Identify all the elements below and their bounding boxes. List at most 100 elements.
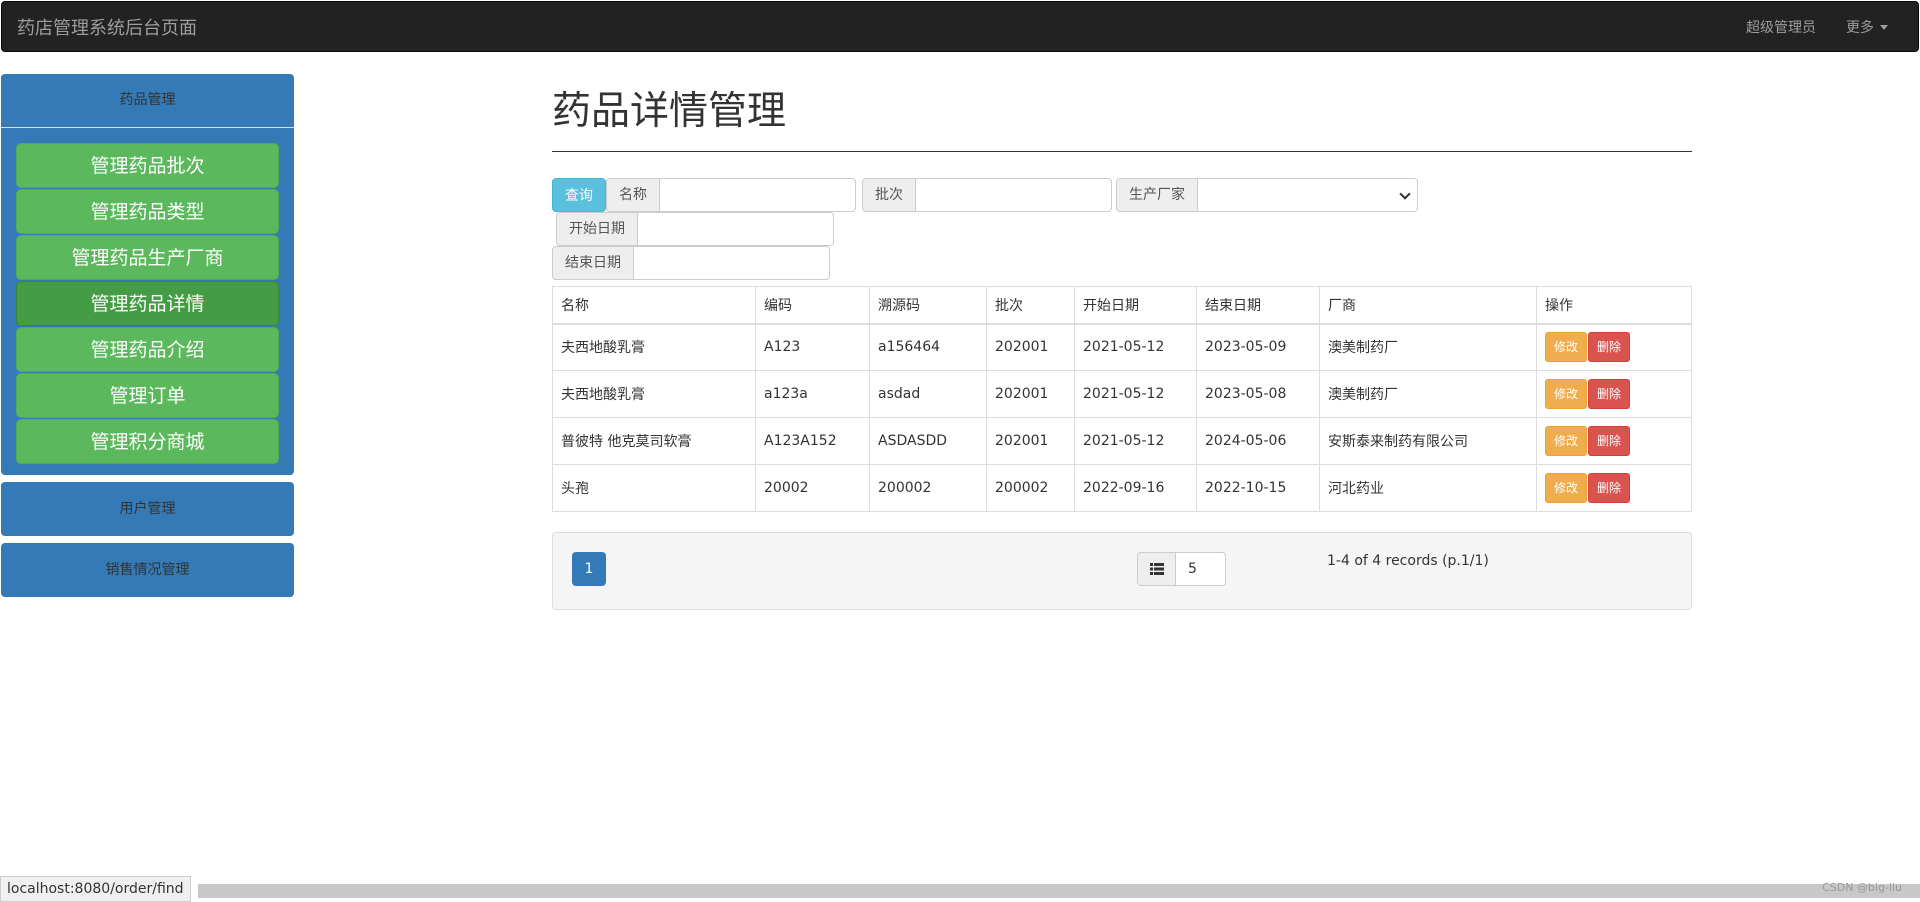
menu-item-manufacturer[interactable]: 管理药品生产厂商 [16,235,279,280]
delete-button[interactable]: 删除 [1588,473,1631,503]
start-group: 开始日期 [556,212,834,246]
cell-actions: 修改 删除 [1536,323,1692,371]
pagination-bar: 1 5 1-4 of 4 records (p.1/1) [552,532,1692,610]
cell-batch: 202001 [986,417,1075,465]
user-link[interactable]: 超级管理员 [1746,17,1816,37]
menu-item-intro[interactable]: 管理药品介绍 [16,327,279,372]
col-maker: 厂商 [1319,286,1537,325]
cell-start: 2021-05-12 [1074,417,1197,465]
col-code: 编码 [755,286,870,325]
start-label: 开始日期 [556,212,638,246]
page-title: 药品详情管理 [552,80,1692,152]
maker-label: 生产厂家 [1116,178,1198,212]
cell-actions: 修改 删除 [1536,464,1692,512]
edit-button[interactable]: 修改 [1545,332,1588,363]
cell-end: 2022-10-15 [1196,464,1320,512]
status-url: localhost:8080/order/find [0,876,191,902]
chevron-down-icon [1399,188,1411,200]
cell-name: 夫西地酸乳膏 [552,370,756,418]
cell-code: A123 [755,323,870,371]
name-input[interactable] [660,178,856,212]
edit-button[interactable]: 修改 [1545,426,1588,456]
sidebar: 药品管理 管理药品批次 管理药品类型 管理药品生产厂商 管理药品详情 管理药品介… [1,74,294,597]
search-form: 查询 名称 批次 生产厂家 开始日期 结束日期 [552,178,1692,280]
delete-button[interactable]: 删除 [1588,332,1631,363]
col-trace: 溯源码 [869,286,987,325]
watermark: CSDN @big-liu [1822,881,1902,894]
col-batch: 批次 [986,286,1075,325]
maker-select[interactable] [1198,178,1418,212]
page-size-group: 5 [1137,552,1226,586]
cell-maker: 澳美制药厂 [1319,323,1537,371]
edit-button[interactable]: 修改 [1545,473,1588,503]
batch-label: 批次 [862,178,916,212]
cell-actions: 修改 删除 [1536,370,1692,418]
menu-item-points-mall[interactable]: 管理积分商城 [16,419,279,464]
cell-trace: a156464 [869,323,987,371]
cell-name: 夫西地酸乳膏 [552,323,756,371]
menu-item-type[interactable]: 管理药品类型 [16,189,279,234]
drug-menu: 管理药品批次 管理药品类型 管理药品生产厂商 管理药品详情 管理药品介绍 管理订… [1,127,294,475]
cell-end: 2023-05-09 [1196,323,1320,371]
cell-end: 2024-05-06 [1196,417,1320,465]
cell-batch: 202001 [986,370,1075,418]
panel-drug-management[interactable]: 药品管理 [1,74,294,127]
name-label: 名称 [606,178,660,212]
table-row: 夫西地酸乳膏 A123 a156464 202001 2021-05-12 20… [552,323,1692,371]
top-navbar: 药店管理系统后台页面 超级管理员 更多 [1,1,1919,52]
batch-group: 批次 [862,178,1112,212]
cell-batch: 200002 [986,464,1075,512]
menu-item-batch[interactable]: 管理药品批次 [16,143,279,188]
cell-start: 2021-05-12 [1074,323,1197,371]
end-label: 结束日期 [552,246,634,280]
cell-maker: 河北药业 [1319,464,1537,512]
table-row: 普彼特 他克莫司软膏 A123A152 ASDASDD 202001 2021-… [552,417,1692,465]
cell-name: 头孢 [552,464,756,512]
more-dropdown[interactable]: 更多 [1846,17,1888,37]
panel-user-management[interactable]: 用户管理 [1,482,294,536]
cell-actions: 修改 删除 [1536,417,1692,465]
horizontal-scrollbar[interactable] [198,884,1920,898]
end-date-input[interactable] [634,246,830,280]
cell-code: 20002 [755,464,870,512]
delete-button[interactable]: 删除 [1588,379,1631,409]
edit-button[interactable]: 修改 [1545,379,1588,409]
brand-title[interactable]: 药店管理系统后台页面 [17,14,197,40]
cell-batch: 202001 [986,323,1075,371]
maker-group: 生产厂家 [1116,178,1418,212]
table-row: 头孢 20002 200002 200002 2022-09-16 2022-1… [552,464,1692,512]
cell-start: 2022-09-16 [1074,464,1197,512]
name-group: 查询 名称 [552,178,856,212]
cell-trace: ASDASDD [869,417,987,465]
page-1-button[interactable]: 1 [572,552,606,586]
end-group: 结束日期 [552,246,1692,280]
table-header-row: 名称 编码 溯源码 批次 开始日期 结束日期 厂商 操作 [552,286,1692,325]
drug-table: 名称 编码 溯源码 批次 开始日期 结束日期 厂商 操作 夫西地酸乳膏 A123… [552,286,1692,512]
start-date-input[interactable] [638,212,834,246]
caret-down-icon [1880,25,1888,30]
more-label: 更多 [1846,19,1874,36]
cell-trace: asdad [869,370,987,418]
cell-code: a123a [755,370,870,418]
col-name: 名称 [552,286,756,325]
col-actions: 操作 [1536,286,1692,325]
query-button[interactable]: 查询 [552,178,606,212]
main-content: 药品详情管理 查询 名称 批次 生产厂家 开始日期 结束日期 名称 编码 溯源码… [552,80,1692,610]
menu-item-orders[interactable]: 管理订单 [16,373,279,418]
cell-code: A123A152 [755,417,870,465]
cell-name: 普彼特 他克莫司软膏 [552,417,756,465]
cell-end: 2023-05-08 [1196,370,1320,418]
panel-sales-management[interactable]: 销售情况管理 [1,543,294,597]
navbar-right: 超级管理员 更多 [1716,17,1888,37]
cell-maker: 澳美制药厂 [1319,370,1537,418]
page-size-input[interactable]: 5 [1176,552,1226,586]
records-info: 1-4 of 4 records (p.1/1) [1327,553,1489,569]
table-row: 夫西地酸乳膏 a123a asdad 202001 2021-05-12 202… [552,370,1692,418]
cell-maker: 安斯泰来制药有限公司 [1319,417,1537,465]
menu-item-detail[interactable]: 管理药品详情 [16,281,279,326]
batch-input[interactable] [916,178,1112,212]
list-icon [1137,552,1176,586]
delete-button[interactable]: 删除 [1588,426,1631,456]
cell-start: 2021-05-12 [1074,370,1197,418]
col-end: 结束日期 [1196,286,1320,325]
